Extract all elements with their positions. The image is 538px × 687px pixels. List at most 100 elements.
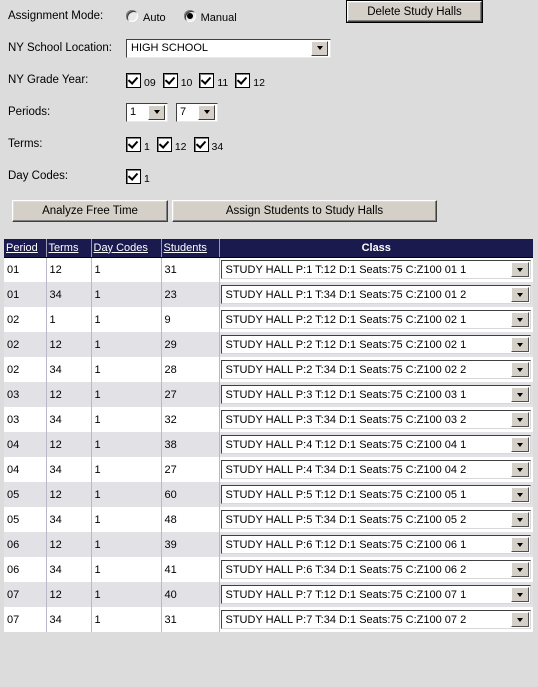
- table-row[interactable]: 07 12 1 40 STUDY HALL P:7 T:12 D:1 Seats:75 …: [4, 582, 533, 607]
- analyze-free-time-button[interactable]: Analyze Free Time: [12, 200, 168, 222]
- table-row[interactable]: 07 34 1 31 STUDY HALL P:7 T:34 D:1 Seats:75 …: [4, 607, 533, 632]
- school-location-select[interactable]: HIGH SCHOOL: [126, 38, 331, 58]
- day-codes-row: Day Codes: 1: [0, 160, 538, 192]
- period-to-value: 7: [180, 106, 187, 118]
- cell-day-codes: 1: [91, 432, 162, 457]
- table-row[interactable]: 02 1 1 9 STUDY HALL P:2 T:12 D:1 Seats:75 C:…: [4, 307, 533, 332]
- class-select[interactable]: STUDY HALL P:2 T:12 D:1 Seats:75 C:Z100 …: [220, 335, 531, 354]
- cell-period: 01: [4, 257, 47, 282]
- class-select[interactable]: STUDY HALL P:5 T:12 D:1 Seats:75 C:Z100 …: [220, 485, 531, 504]
- cell-class: STUDY HALL P:3 T:12 D:1 Seats:75 C:Z100 …: [219, 382, 533, 407]
- class-select[interactable]: STUDY HALL P:6 T:34 D:1 Seats:75 C:Z100 …: [220, 560, 531, 579]
- column-header-day-codes[interactable]: Day Codes: [91, 239, 162, 258]
- cell-period: 06: [4, 532, 47, 557]
- chevron-down-icon[interactable]: [511, 337, 529, 352]
- chevron-down-icon[interactable]: [511, 587, 529, 602]
- checkbox-term-34[interactable]: 34: [193, 136, 224, 153]
- table-row[interactable]: 04 12 1 38 STUDY HALL P:4 T:12 D:1 Seats:75 …: [4, 432, 533, 457]
- checkbox-grade-11-box[interactable]: [199, 72, 215, 88]
- chevron-down-icon[interactable]: [511, 262, 529, 278]
- radio-auto[interactable]: Auto: [126, 9, 166, 24]
- cell-period: 05: [4, 507, 47, 532]
- class-select[interactable]: STUDY HALL P:3 T:12 D:1 Seats:75 C:Z100 …: [220, 385, 531, 404]
- table-row[interactable]: 01 34 1 23 STUDY HALL P:1 T:34 D:1 Seats:75 …: [4, 282, 533, 307]
- radio-manual-indicator[interactable]: [183, 10, 196, 22]
- table-row[interactable]: 03 12 1 27 STUDY HALL P:3 T:12 D:1 Seats:75 …: [4, 382, 533, 407]
- class-select[interactable]: STUDY HALL P:1 T:34 D:1 Seats:75 C:Z100 …: [220, 285, 531, 304]
- chevron-down-icon[interactable]: [311, 40, 328, 56]
- period-from-select[interactable]: 1: [126, 102, 168, 122]
- class-select[interactable]: STUDY HALL P:2 T:34 D:1 Seats:75 C:Z100 …: [220, 360, 531, 379]
- class-select[interactable]: STUDY HALL P:1 T:12 D:1 Seats:75 C:Z100 …: [220, 260, 531, 280]
- checkbox-grade-10-box[interactable]: [162, 72, 178, 88]
- chevron-down-icon[interactable]: [511, 387, 529, 402]
- cell-period: 04: [4, 457, 47, 482]
- table-row[interactable]: 03 34 1 32 STUDY HALL P:3 T:34 D:1 Seats:75 …: [4, 407, 533, 432]
- chevron-down-icon[interactable]: [511, 362, 529, 377]
- checkbox-grade-09[interactable]: 09: [126, 72, 156, 88]
- chevron-down-icon[interactable]: [198, 104, 215, 120]
- chevron-down-icon[interactable]: [511, 462, 529, 477]
- checkbox-daycode-1-box[interactable]: [126, 168, 141, 184]
- checkbox-term-1[interactable]: 1: [126, 136, 150, 152]
- radio-auto-indicator[interactable]: [126, 10, 138, 22]
- checkbox-term-1-box[interactable]: [126, 136, 141, 152]
- checkbox-term-34-label: 34: [211, 140, 224, 153]
- cell-period: 03: [4, 382, 47, 407]
- table-row[interactable]: 06 34 1 41 STUDY HALL P:6 T:34 D:1 Seats:75 …: [4, 557, 533, 582]
- cell-students: 39: [161, 532, 220, 557]
- checkbox-grade-10[interactable]: 10: [162, 72, 192, 88]
- checkbox-term-34-box[interactable]: [193, 136, 209, 152]
- class-select[interactable]: STUDY HALL P:5 T:34 D:1 Seats:75 C:Z100 …: [220, 510, 531, 529]
- cell-period: 05: [4, 482, 47, 507]
- column-header-students[interactable]: Students: [161, 239, 220, 258]
- chevron-down-icon[interactable]: [511, 412, 529, 427]
- checkbox-grade-09-box[interactable]: [126, 72, 141, 88]
- class-select[interactable]: STUDY HALL P:4 T:12 D:1 Seats:75 C:Z100 …: [220, 435, 531, 454]
- period-to-select[interactable]: 7: [176, 102, 218, 122]
- terms-row: Terms: 1 12 34: [0, 128, 538, 160]
- table-row[interactable]: 02 12 1 29 STUDY HALL P:2 T:12 D:1 Seats:75 …: [4, 332, 533, 357]
- column-header-period[interactable]: Period: [4, 239, 47, 258]
- delete-study-halls-button[interactable]: Delete Study Halls: [346, 0, 483, 23]
- checkbox-grade-11[interactable]: 11: [199, 72, 228, 88]
- class-select[interactable]: STUDY HALL P:2 T:12 D:1 Seats:75 C:Z100 …: [220, 310, 531, 329]
- column-header-class[interactable]: Class: [219, 239, 533, 258]
- chevron-down-icon[interactable]: [511, 437, 529, 452]
- chevron-down-icon[interactable]: [511, 487, 529, 502]
- table-body: 01 12 1 31 STUDY HALL P:1 T:12 D:1 Seats:75 …: [4, 257, 533, 632]
- table-row[interactable]: 05 12 1 60 STUDY HALL P:5 T:12 D:1 Seats:75 …: [4, 482, 533, 507]
- radio-manual[interactable]: Manual: [183, 9, 237, 24]
- table-row[interactable]: 06 12 1 39 STUDY HALL P:6 T:12 D:1 Seats:75 …: [4, 532, 533, 557]
- class-select[interactable]: STUDY HALL P:7 T:34 D:1 Seats:75 C:Z100 …: [220, 610, 531, 629]
- class-select[interactable]: STUDY HALL P:3 T:34 D:1 Seats:75 C:Z100 …: [220, 410, 531, 429]
- cell-day-codes: 1: [91, 332, 162, 357]
- chevron-down-icon[interactable]: [511, 537, 529, 552]
- cell-class: STUDY HALL P:4 T:12 D:1 Seats:75 C:Z100 …: [219, 432, 533, 457]
- class-select[interactable]: STUDY HALL P:4 T:34 D:1 Seats:75 C:Z100 …: [220, 460, 531, 479]
- chevron-down-icon[interactable]: [148, 104, 165, 120]
- table-row[interactable]: 02 34 1 28 STUDY HALL P:2 T:34 D:1 Seats:75 …: [4, 357, 533, 382]
- checkbox-grade-12-box[interactable]: [235, 72, 251, 88]
- assign-students-button[interactable]: Assign Students to Study Halls: [172, 200, 437, 222]
- checkbox-daycode-1[interactable]: 1: [126, 168, 150, 185]
- checkbox-daycode-1-label: 1: [144, 172, 150, 185]
- cell-period: 06: [4, 557, 47, 582]
- checkbox-term-12-box[interactable]: [156, 136, 172, 152]
- column-header-terms[interactable]: Terms: [46, 239, 92, 258]
- chevron-down-icon[interactable]: [511, 312, 529, 327]
- class-select[interactable]: STUDY HALL P:6 T:12 D:1 Seats:75 C:Z100 …: [220, 535, 531, 554]
- chevron-down-icon[interactable]: [511, 562, 529, 577]
- cell-students: 40: [161, 582, 220, 607]
- chevron-down-icon[interactable]: [511, 287, 529, 302]
- table-row[interactable]: 05 34 1 48 STUDY HALL P:5 T:34 D:1 Seats:75 …: [4, 507, 533, 532]
- class-select[interactable]: STUDY HALL P:7 T:12 D:1 Seats:75 C:Z100 …: [220, 585, 531, 604]
- table-row[interactable]: 04 34 1 27 STUDY HALL P:4 T:34 D:1 Seats:75 …: [4, 457, 533, 482]
- table-row[interactable]: 01 12 1 31 STUDY HALL P:1 T:12 D:1 Seats:75 …: [4, 257, 533, 282]
- chevron-down-icon[interactable]: [511, 512, 529, 527]
- cell-day-codes: 1: [91, 557, 162, 582]
- chevron-down-icon[interactable]: [511, 612, 529, 627]
- cell-period: 02: [4, 332, 47, 357]
- checkbox-term-12[interactable]: 12: [156, 136, 187, 152]
- checkbox-grade-12[interactable]: 12: [235, 72, 265, 88]
